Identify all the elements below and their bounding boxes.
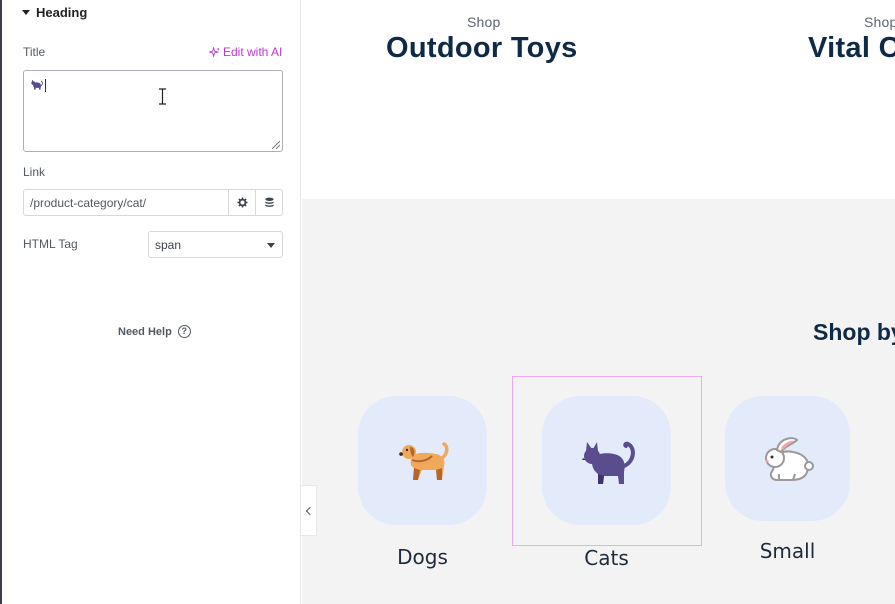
- card1-shop-label: Shop: [467, 14, 501, 30]
- resize-handle-icon[interactable]: [272, 141, 280, 149]
- dynamic-tags-button[interactable]: [255, 190, 282, 215]
- category-label-dogs[interactable]: Dogs: [358, 545, 487, 569]
- section-title: Heading: [36, 5, 88, 20]
- card2-shop-label: Shop: [864, 14, 895, 30]
- link-control: /product-category/cat/: [23, 189, 283, 216]
- page-preview: Shop Outdoor Toys Shop Vital C Shop by D…: [302, 0, 895, 604]
- database-icon: [264, 197, 274, 207]
- rabbit-icon: [764, 436, 814, 481]
- need-help-link[interactable]: Need Help ?: [118, 325, 191, 338]
- category-tile-dogs[interactable]: [358, 396, 487, 525]
- chevron-left-icon: [305, 506, 315, 515]
- text-caret: [45, 79, 46, 92]
- shop-by-heading: Shop by: [813, 319, 895, 345]
- title-label: Title: [23, 45, 46, 59]
- title-textarea[interactable]: [23, 70, 283, 152]
- cat-emoji-icon: [31, 79, 43, 90]
- sparkle-icon: [209, 46, 220, 58]
- promo-cards-area: Shop Outdoor Toys Shop Vital C: [302, 0, 895, 199]
- editor-window: Heading Title Edit with AI Link /product…: [0, 0, 895, 604]
- html-tag-label: HTML Tag: [23, 237, 78, 251]
- category-label-cats[interactable]: Cats: [542, 546, 671, 570]
- link-settings-button[interactable]: [228, 190, 255, 215]
- dog-icon: [398, 441, 448, 480]
- gear-icon: [236, 197, 248, 208]
- html-tag-select[interactable]: span: [148, 231, 283, 258]
- link-input[interactable]: /product-category/cat/: [24, 190, 228, 215]
- question-circle-icon: ?: [177, 325, 191, 338]
- ibeam-cursor-icon: [159, 88, 166, 105]
- cat-icon: [581, 441, 635, 484]
- card2-title[interactable]: Vital C: [808, 32, 895, 65]
- caret-down-icon: [22, 10, 30, 15]
- card1-title[interactable]: Outdoor Toys: [386, 32, 578, 65]
- category-tile-cats[interactable]: [542, 396, 671, 525]
- category-label-small[interactable]: Small: [725, 539, 850, 563]
- edit-with-ai-label: Edit with AI: [223, 45, 283, 59]
- edit-with-ai-link[interactable]: Edit with AI: [209, 45, 282, 59]
- collapse-panel-button[interactable]: [301, 485, 317, 536]
- heading-section-toggle[interactable]: Heading: [22, 5, 87, 20]
- category-tile-small[interactable]: [725, 396, 850, 521]
- chevron-down-icon: [267, 243, 275, 248]
- link-label: Link: [23, 165, 46, 179]
- need-help-label: Need Help: [118, 325, 172, 338]
- html-tag-value: span: [155, 238, 182, 252]
- settings-panel: Heading Title Edit with AI Link /product…: [0, 0, 301, 604]
